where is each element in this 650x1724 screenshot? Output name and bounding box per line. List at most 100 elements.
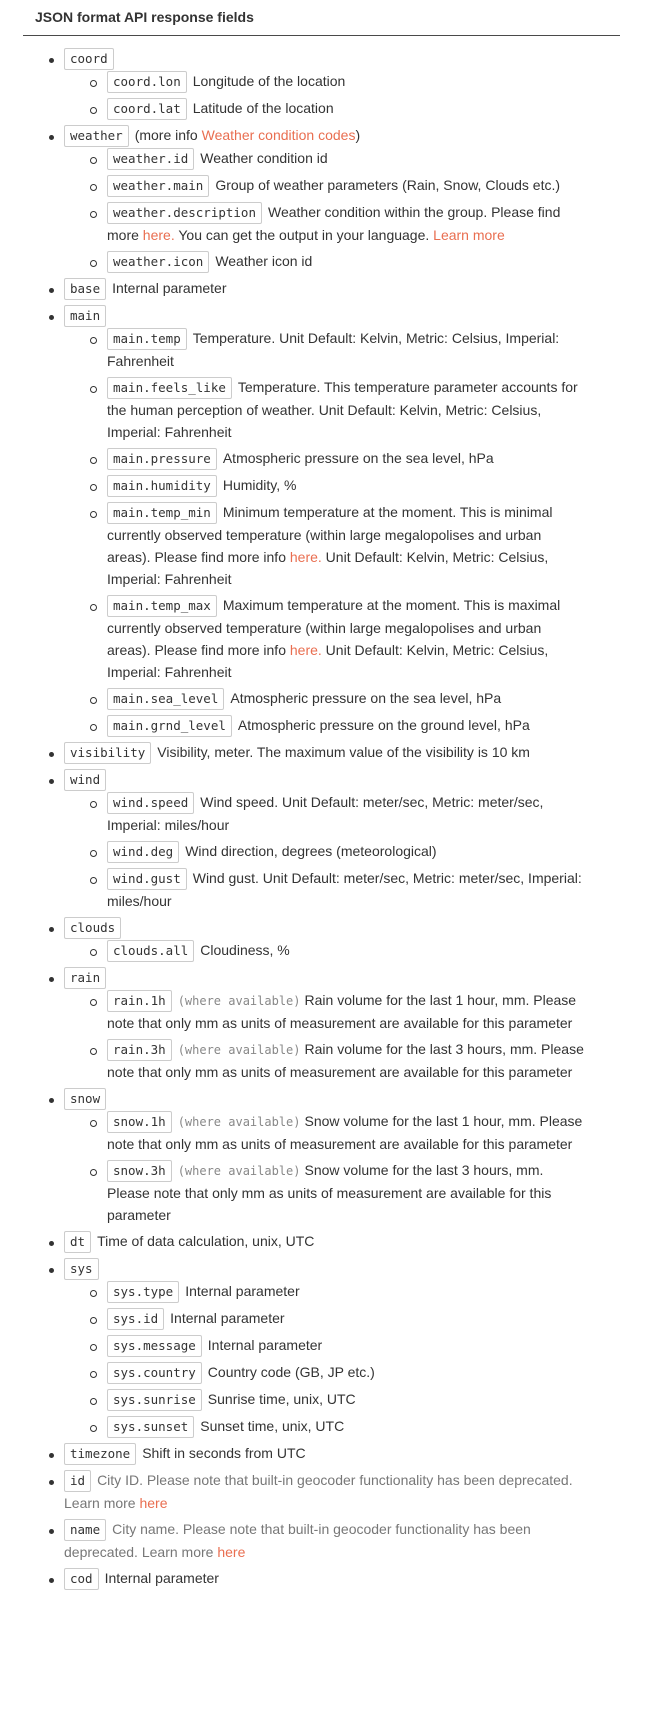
list-item-weather-id: weather.id Weather condition id — [90, 147, 587, 170]
field-code: snow — [64, 1088, 107, 1110]
list-item-sys-message: sys.message Internal parameter — [90, 1334, 587, 1357]
field-code: timezone — [64, 1443, 137, 1465]
field-code: sys.sunrise — [107, 1389, 202, 1411]
field-description: Atmospheric pressure on the ground level… — [237, 717, 530, 733]
field-code: weather — [64, 125, 129, 147]
list-item-snow: snow snow.1h (where available) Snow volume… — [49, 1087, 584, 1226]
list-item-main-temp-min: main.temp_min Minimum temperature at the … — [90, 501, 587, 590]
field-description: Atmospheric pressure on the sea level, h… — [230, 690, 502, 706]
list-item-base: base Internal parameter — [49, 277, 584, 300]
field-description: Weather icon id — [215, 253, 313, 269]
field-code: main.sea_level — [107, 688, 225, 710]
here-link[interactable]: here. — [290, 642, 322, 658]
list-item-clouds: clouds clouds.all Cloudiness, % — [49, 916, 584, 962]
field-code: snow.1h — [107, 1111, 172, 1133]
list-item-main: main main.temp Temperature. Unit Default:… — [49, 304, 584, 737]
field-code: clouds.all — [107, 940, 195, 962]
list-item-wind: wind wind.speed Wind speed. Unit Default:… — [49, 768, 584, 912]
sublist-clouds: clouds.all Cloudiness, % — [64, 939, 584, 962]
field-code: main.temp — [107, 328, 187, 350]
list-item-sys-type: sys.type Internal parameter — [90, 1280, 587, 1303]
list-item-main-humidity: main.humidity Humidity, % — [90, 474, 587, 497]
field-description: Time of data calculation, unix, UTC — [97, 1233, 315, 1249]
list-item-main-feels-like: main.feels_like Temperature. This tempera… — [90, 376, 587, 443]
list-item-coord-lon: coord.lon Longitude of the location — [90, 70, 587, 93]
field-code: main.humidity — [107, 475, 217, 497]
sublist-wind: wind.speed Wind speed. Unit Default: mete… — [64, 791, 584, 912]
sublist-weather: weather.id Weather condition id weather.m… — [64, 147, 584, 273]
field-description: Internal parameter — [185, 1283, 300, 1299]
field-description: Humidity, % — [222, 477, 297, 493]
field-description: Internal parameter — [207, 1337, 323, 1353]
field-code: main.temp_max — [107, 595, 217, 617]
list-item-visibility: visibility Visibility, meter. The maximum… — [49, 741, 584, 764]
here-link[interactable]: here. — [290, 549, 322, 565]
field-code: rain.1h — [107, 990, 172, 1012]
fields-list: coord coord.lon Longitude of the location… — [23, 47, 628, 1590]
field-code: sys — [64, 1258, 99, 1280]
field-code: rain.3h — [107, 1039, 172, 1061]
here-link[interactable]: here. — [143, 227, 175, 243]
weather-condition-codes-link[interactable]: Weather condition codes — [202, 127, 356, 143]
list-item-cod: cod Internal parameter — [49, 1567, 584, 1590]
list-item-coord-lat: coord.lat Latitude of the location — [90, 97, 587, 120]
field-description: Internal parameter — [112, 280, 227, 296]
list-item-snow-3h: snow.3h (where available) Snow volume for … — [90, 1159, 587, 1226]
list-item-rain: rain rain.1h (where available) Rain volume… — [49, 966, 584, 1083]
field-description: Atmospheric pressure on the sea level, h… — [222, 450, 494, 466]
field-description: Visibility, meter. The maximum value of … — [157, 744, 530, 760]
field-code: wind.speed — [107, 792, 195, 814]
list-item-clouds-all: clouds.all Cloudiness, % — [90, 939, 587, 962]
here-link[interactable]: here — [217, 1544, 245, 1560]
field-description: Country code (GB, JP etc.) — [207, 1364, 375, 1380]
field-code: wind.gust — [107, 868, 187, 890]
list-item-name: name City name. Please note that built-in… — [49, 1518, 584, 1563]
sublist-main: main.temp Temperature. Unit Default: Kelv… — [64, 327, 584, 737]
page: JSON format API response fields coord co… — [0, 0, 650, 1590]
list-item-sys-id: sys.id Internal parameter — [90, 1307, 587, 1330]
availability-note: (where available) — [177, 1043, 301, 1057]
list-item-sys: sys sys.type Internal parameter sys.id Int… — [49, 1257, 584, 1438]
field-code: visibility — [64, 742, 152, 764]
field-description: Internal parameter — [104, 1570, 219, 1586]
field-code: weather.id — [107, 148, 195, 170]
field-code: coord — [64, 48, 114, 70]
learn-more-link[interactable]: Learn more — [433, 227, 505, 243]
list-item-main-grnd-level: main.grnd_level Atmospheric pressure on t… — [90, 714, 587, 737]
sublist-rain: rain.1h (where available) Rain volume for … — [64, 989, 584, 1083]
field-description: Latitude of the location — [192, 100, 334, 116]
field-description: Wind direction, degrees (meteorological) — [185, 843, 437, 859]
field-code: dt — [64, 1231, 92, 1253]
list-item-weather: weather (more info Weather condition code… — [49, 124, 584, 273]
field-description: Group of weather parameters (Rain, Snow,… — [215, 177, 561, 193]
list-item-weather-icon: weather.icon Weather icon id — [90, 250, 587, 273]
list-item-weather-main: weather.main Group of weather parameters … — [90, 174, 587, 197]
field-code: main.temp_min — [107, 502, 217, 524]
field-description: ) — [355, 127, 361, 143]
field-description: You can get the output in your language. — [174, 227, 434, 243]
list-item-id: id City ID. Please note that built-in geo… — [49, 1469, 584, 1514]
field-code: main.feels_like — [107, 377, 232, 399]
list-item-sys-sunset: sys.sunset Sunset time, unix, UTC — [90, 1415, 587, 1438]
field-code: main — [64, 305, 107, 327]
field-code: weather.icon — [107, 251, 210, 273]
sublist-snow: snow.1h (where available) Snow volume for … — [64, 1110, 584, 1226]
field-description: Weather condition id — [200, 150, 328, 166]
field-code: sys.country — [107, 1362, 202, 1384]
list-item-dt: dt Time of data calculation, unix, UTC — [49, 1230, 584, 1253]
field-code: weather.main — [107, 175, 210, 197]
field-description: Snow volume for the last 3 hours, mm. Pl… — [107, 1162, 552, 1223]
availability-note: (where available) — [177, 1164, 301, 1178]
list-item-rain-1h: rain.1h (where available) Rain volume for … — [90, 989, 587, 1034]
list-item-main-temp-max: main.temp_max Maximum temperature at the … — [90, 594, 587, 683]
field-code: sys.type — [107, 1281, 180, 1303]
list-item-wind-gust: wind.gust Wind gust. Unit Default: meter/… — [90, 867, 587, 912]
list-item-snow-1h: snow.1h (where available) Snow volume for … — [90, 1110, 587, 1155]
field-code: cod — [64, 1568, 99, 1590]
field-code: coord.lon — [107, 71, 187, 93]
sublist-sys: sys.type Internal parameter sys.id Interna… — [64, 1280, 584, 1438]
field-code: sys.message — [107, 1335, 202, 1357]
list-item-wind-speed: wind.speed Wind speed. Unit Default: mete… — [90, 791, 587, 836]
availability-note: (where available) — [177, 994, 301, 1008]
here-link[interactable]: here — [139, 1495, 167, 1511]
